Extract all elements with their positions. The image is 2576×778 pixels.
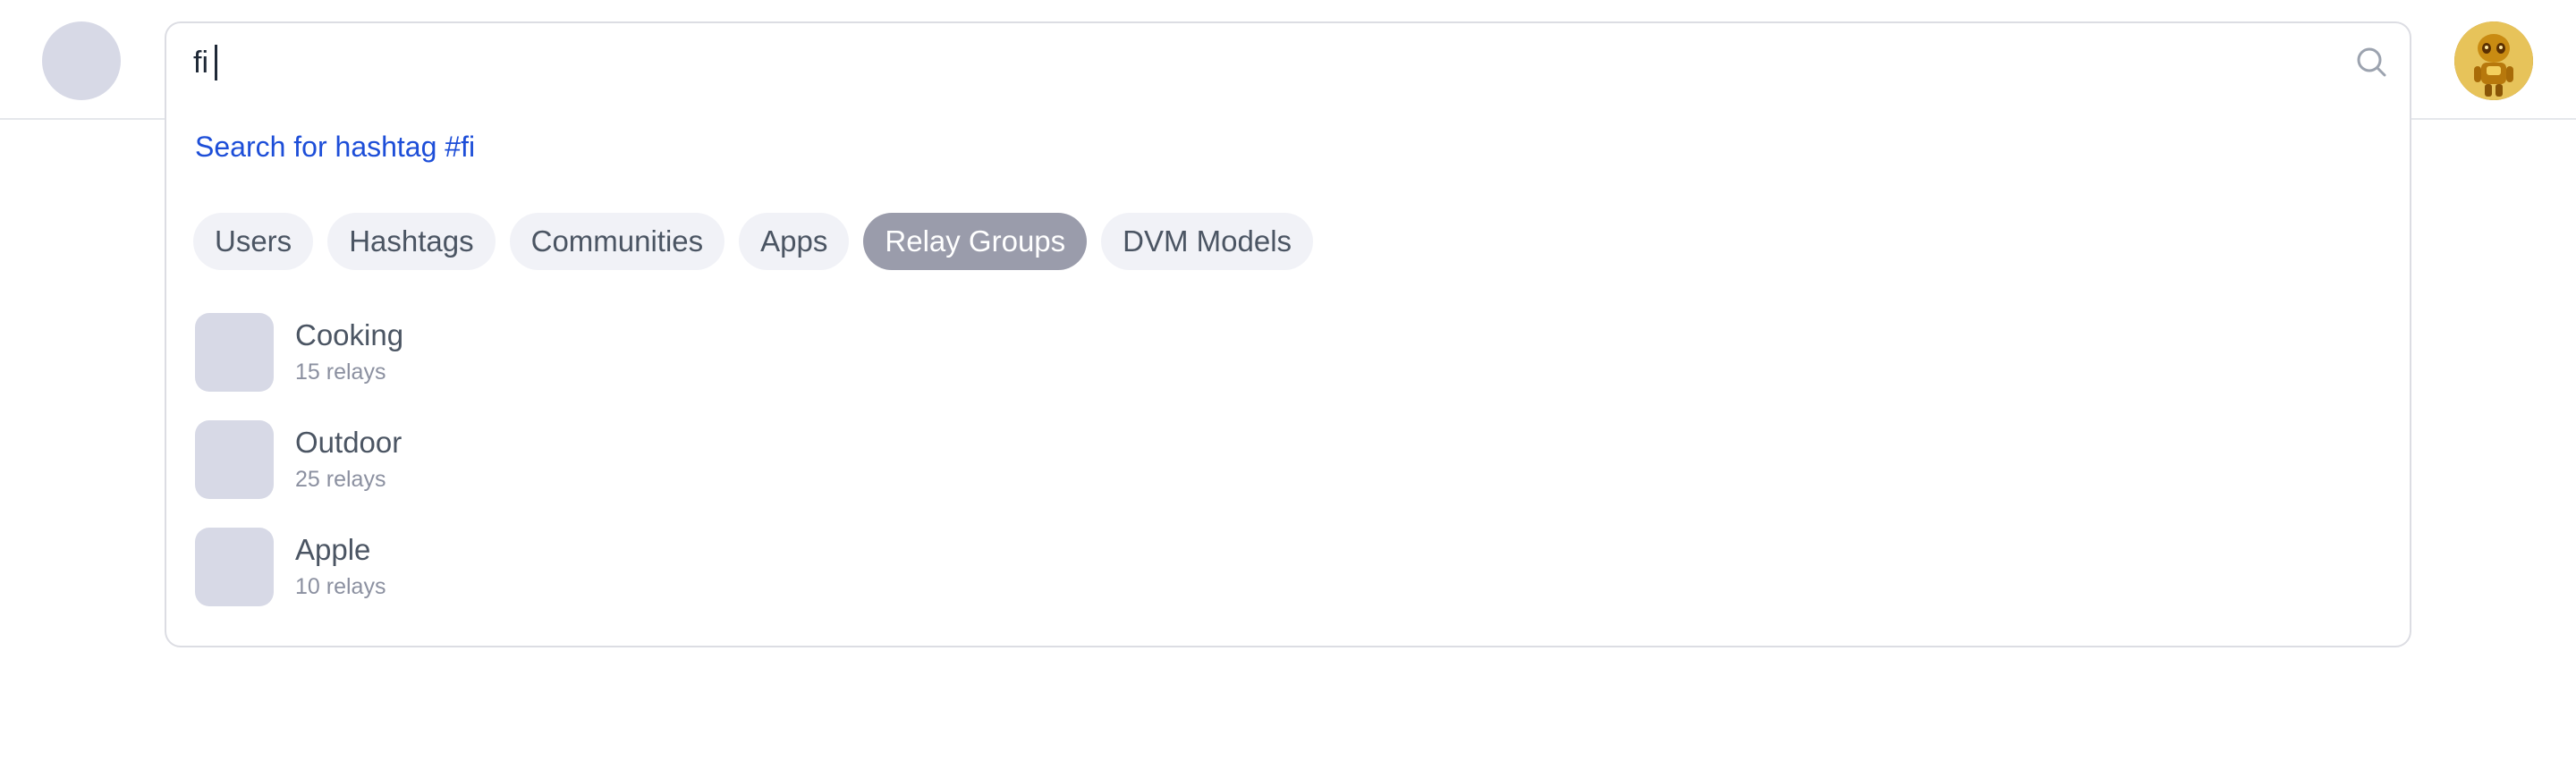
- search-icon[interactable]: [2354, 45, 2390, 80]
- results-list: Cooking 15 relays Outdoor 25 relays Appl…: [195, 313, 1089, 635]
- group-relay-count: 10 relays: [295, 574, 386, 599]
- tab-relay-groups[interactable]: Relay Groups: [863, 213, 1088, 270]
- tab-dvm-models[interactable]: DVM Models: [1101, 213, 1314, 270]
- group-relay-count: 25 relays: [295, 467, 386, 492]
- group-thumbnail: [195, 313, 274, 392]
- group-name: Outdoor: [295, 426, 402, 459]
- list-item[interactable]: Apple 10 relays: [195, 528, 1089, 606]
- group-name: Cooking: [295, 318, 404, 351]
- group-thumbnail: [195, 528, 274, 606]
- tab-communities[interactable]: Communities: [509, 213, 725, 270]
- category-tabs: Users Hashtags Communities Apps Relay Gr…: [193, 213, 1314, 270]
- group-name: Apple: [295, 533, 371, 566]
- group-relay-count: 15 relays: [295, 359, 386, 385]
- tab-apps[interactable]: Apps: [739, 213, 850, 270]
- tab-users[interactable]: Users: [193, 213, 314, 270]
- search-hashtag-link[interactable]: Search for hashtag #fi: [195, 131, 475, 164]
- app-logo-placeholder[interactable]: [42, 21, 121, 100]
- text-caret: [215, 45, 217, 80]
- list-item[interactable]: Outdoor 25 relays: [195, 420, 1089, 499]
- search-input[interactable]: [193, 39, 2295, 86]
- user-avatar[interactable]: [2454, 21, 2533, 100]
- search-dropdown-panel: Search for hashtag #fi Users Hashtags Co…: [165, 21, 2411, 647]
- list-item[interactable]: Cooking 15 relays: [195, 313, 1089, 392]
- robot-avatar-image: [2454, 21, 2533, 100]
- group-thumbnail: [195, 420, 274, 499]
- search-bar: [166, 23, 2410, 102]
- tab-hashtags[interactable]: Hashtags: [327, 213, 496, 270]
